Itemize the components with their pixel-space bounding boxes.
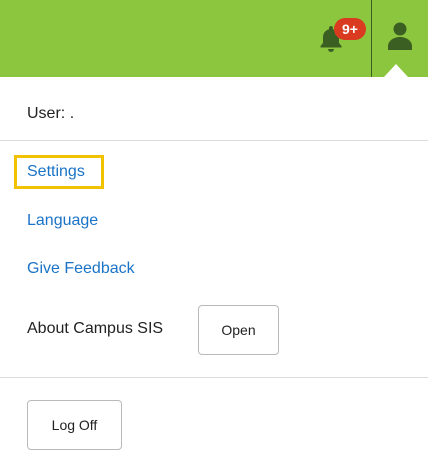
divider — [0, 377, 428, 378]
dropdown-caret — [384, 64, 408, 77]
give-feedback-link[interactable]: Give Feedback — [27, 260, 135, 278]
user-info: User: . — [27, 105, 74, 123]
log-off-button[interactable]: Log Off — [27, 400, 122, 450]
language-link[interactable]: Language — [27, 212, 98, 230]
top-bar: 9+ — [0, 0, 428, 77]
user-label: User: — [27, 105, 66, 122]
user-value: . — [69, 105, 75, 122]
divider — [0, 140, 428, 141]
about-campus-sis-label: About Campus SIS — [27, 320, 164, 337]
open-button[interactable]: Open — [198, 305, 279, 355]
user-icon — [387, 21, 413, 56]
settings-link[interactable]: Settings — [27, 163, 85, 181]
notification-badge: 9+ — [334, 18, 366, 40]
